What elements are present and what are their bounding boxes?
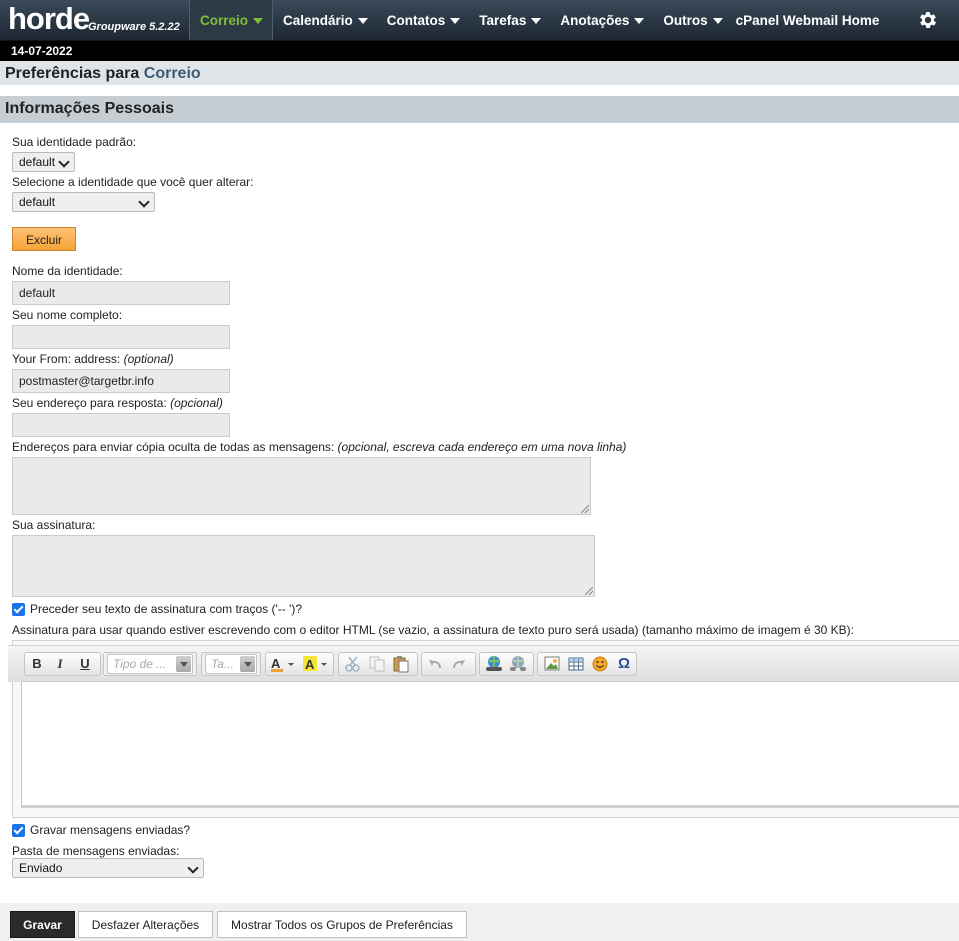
optional-hint: (optional)	[123, 352, 174, 366]
resize-grip-icon[interactable]	[585, 587, 593, 595]
section-title: Informações Pessoais	[0, 96, 959, 123]
nav-contatos[interactable]: Contatos	[377, 0, 470, 40]
sent-folder-label: Pasta de mensagens enviadas:	[12, 844, 180, 858]
bcc-label: Endereços para enviar cópia oculta de to…	[12, 440, 626, 454]
nav-label: Correio	[200, 12, 249, 28]
link-icon[interactable]	[484, 655, 504, 673]
nav-tarefas[interactable]: Tarefas	[469, 0, 550, 40]
background-color-icon[interactable]: A	[302, 655, 330, 673]
edit-identity-label: Selecione a identidade que você quer alt…	[12, 175, 254, 189]
chevron-down-icon	[138, 196, 150, 208]
bcc-textarea[interactable]	[12, 457, 591, 515]
top-bar: horde Groupware 5.2.22 Correio Calendári…	[0, 0, 959, 41]
svg-text:A: A	[305, 657, 315, 672]
logo-version: Groupware 5.2.22	[88, 21, 180, 33]
select-value: default	[19, 155, 56, 169]
chevron-down-icon	[187, 862, 199, 874]
fullname-label: Seu nome completo:	[12, 308, 123, 322]
text-color-icon[interactable]: A	[270, 655, 296, 673]
unlink-icon[interactable]	[508, 655, 528, 673]
nav-label: Anotações	[560, 12, 630, 28]
dropdown-placeholder: Ta...	[211, 657, 234, 671]
edit-identity-select[interactable]: default	[12, 192, 155, 212]
redo-icon[interactable]	[450, 655, 468, 673]
default-identity-select[interactable]: default	[12, 152, 75, 172]
image-icon[interactable]	[543, 655, 561, 673]
special-char-button[interactable]: Ω	[614, 655, 634, 673]
italic-button[interactable]: I	[50, 655, 70, 673]
chevron-down-icon	[531, 18, 542, 24]
label-text: Your From: address:	[12, 352, 121, 366]
label-text: Seu endereço para resposta:	[12, 396, 167, 410]
delete-identity-button[interactable]: Excluir	[12, 227, 76, 251]
date-bar: 14-07-2022	[0, 41, 959, 61]
sig-dashes-label: Preceder seu texto de assinatura com tra…	[30, 602, 303, 616]
select-value: default	[19, 195, 56, 209]
font-family-dropdown[interactable]: Tipo de ...	[107, 654, 193, 674]
html-signature-content[interactable]	[21, 681, 959, 808]
page-title-app[interactable]: Correio	[144, 65, 201, 82]
font-size-dropdown[interactable]: Ta...	[205, 654, 257, 674]
copy-icon[interactable]	[368, 655, 386, 673]
optional-hint: (opcional)	[170, 396, 223, 410]
label-text: Endereços para enviar cópia oculta de to…	[12, 440, 335, 454]
cut-icon[interactable]	[344, 655, 362, 673]
sig-dashes-checkbox[interactable]	[12, 603, 25, 616]
identity-name-label: Nome da identidade:	[12, 264, 123, 278]
html-signature-label: Assinatura para usar quando estiver escr…	[12, 623, 854, 637]
nav-label: Tarefas	[479, 12, 527, 28]
fullname-input[interactable]	[12, 325, 230, 349]
save-sent-label: Gravar mensagens enviadas?	[30, 823, 191, 837]
from-address-input[interactable]: postmaster@targetbr.info	[12, 369, 230, 393]
nav-cpanel-home[interactable]: cPanel Webmail Home	[732, 0, 889, 40]
nav-calendario[interactable]: Calendário	[273, 0, 377, 40]
show-all-groups-button[interactable]: Mostrar Todos os Grupos de Preferências	[217, 911, 467, 938]
chevron-down-icon	[176, 656, 191, 672]
page-title-prefix: Preferências para	[5, 65, 140, 82]
replyto-label: Seu endereço para resposta: (opcional)	[12, 396, 223, 410]
chevron-down-icon	[58, 156, 70, 168]
svg-text:A: A	[271, 656, 281, 671]
identity-name-input[interactable]: default	[12, 281, 230, 305]
nav-label: Outros	[663, 12, 708, 28]
table-icon[interactable]	[567, 655, 585, 673]
save-button[interactable]: Gravar	[10, 911, 75, 938]
paste-icon[interactable]	[392, 655, 410, 673]
chevron-down-icon	[357, 18, 368, 24]
underline-button[interactable]: U	[75, 655, 95, 673]
nav-outros[interactable]: Outros	[653, 0, 731, 40]
chevron-down-icon	[634, 18, 645, 24]
optional-hint: (opcional, escreva cada endereço em uma …	[337, 440, 627, 454]
chevron-down-icon	[450, 18, 461, 24]
chevron-down-icon	[240, 656, 255, 672]
resize-grip-icon[interactable]	[581, 505, 589, 513]
smiley-icon[interactable]	[591, 655, 609, 673]
signature-textarea[interactable]	[12, 535, 595, 597]
sent-folder-select[interactable]: Enviado	[12, 858, 204, 878]
gear-icon[interactable]	[917, 9, 939, 31]
select-value: Enviado	[19, 861, 63, 875]
nav-label: Calendário	[283, 12, 353, 28]
dropdown-placeholder: Tipo de ...	[113, 657, 167, 671]
from-address-label: Your From: address: (optional)	[12, 352, 174, 366]
save-sent-checkbox[interactable]	[12, 824, 25, 837]
page-title: Preferências para Correio	[0, 61, 959, 87]
replyto-input[interactable]	[12, 413, 230, 437]
undo-changes-button[interactable]: Desfazer Alterações	[78, 911, 213, 938]
bold-button[interactable]: B	[27, 655, 47, 673]
nav-correio[interactable]: Correio	[189, 0, 274, 40]
nav-label: cPanel Webmail Home	[735, 12, 880, 28]
main-nav: Correio Calendário Contatos Tarefas Anot…	[189, 0, 888, 40]
undo-icon[interactable]	[426, 655, 444, 673]
signature-label: Sua assinatura:	[12, 518, 96, 532]
chevron-down-icon	[253, 18, 264, 24]
nav-label: Contatos	[386, 12, 446, 28]
logo-text: horde	[8, 1, 90, 36]
default-identity-label: Sua identidade padrão:	[12, 135, 137, 149]
nav-anotacoes[interactable]: Anotações	[550, 0, 653, 40]
chevron-down-icon	[712, 18, 723, 24]
